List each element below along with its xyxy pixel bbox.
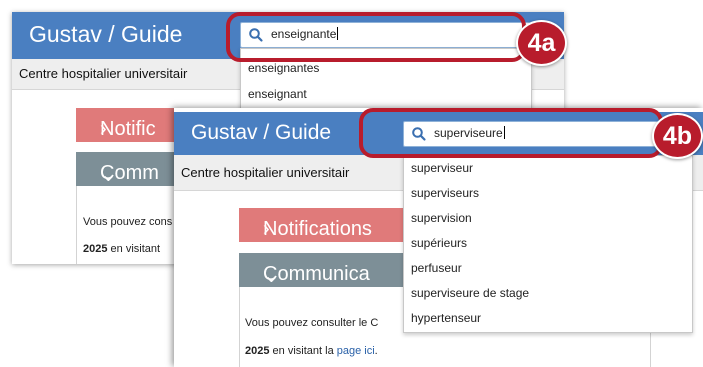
suggestion-item[interactable]: enseignantes [248,61,319,75]
subheader-text: Centre hospitalier universitair [181,165,350,180]
paragraph-line: 2025 en visitant la page ici. [245,345,378,357]
app-title: Gustav / Guide [29,21,183,47]
suggestion-item[interactable]: superviseurs [411,186,479,200]
notifications-banner-label: Notific [100,118,156,140]
suggestion-item[interactable]: perfuseur [411,261,462,275]
paragraph-line: Vous pouvez consulter le C [245,317,379,329]
suggestion-item[interactable]: enseignant [248,87,307,101]
suggestion-item[interactable]: hypertenseur [411,311,481,325]
suggestion-item[interactable]: superviseur [411,161,473,175]
communication-banner-label: Communica [263,263,370,285]
suggestion-item[interactable]: supérieurs [411,236,467,250]
highlight-outline-a [226,12,526,62]
subheader-text: Centre hospitalier universitair [19,66,188,81]
notifications-banner-label: Notifications [263,218,372,240]
callout-badge-4b: 4b [652,113,703,159]
communication-banner[interactable]: ⌄ Communica [239,253,419,287]
notifications-banner[interactable]: › Notifications [239,208,419,242]
suggestion-item[interactable]: supervision [411,211,472,225]
page-link[interactable]: page ici [337,345,375,357]
paragraph-line: Vous pouvez cons [83,216,173,228]
app-title: Gustav / Guide [191,121,332,144]
callout-badge-4a: 4a [516,20,567,66]
suggestion-dropdown: superviseur superviseurs supervision sup… [403,155,693,333]
paragraph-line: 2025 en visitant [83,243,161,255]
suggestion-item[interactable]: superviseure de stage [411,286,529,300]
highlight-outline-b [359,108,663,158]
communication-banner-label: Comm [100,162,159,184]
